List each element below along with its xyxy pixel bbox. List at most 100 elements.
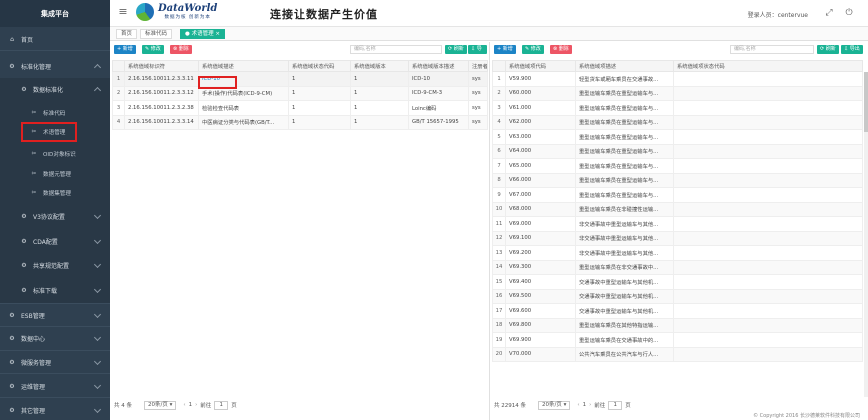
goto-label: 前往 [594, 403, 606, 409]
column-header[interactable]: 注册者 [468, 60, 488, 72]
export-button[interactable]: ⇩ 导出 [841, 45, 863, 54]
sidebar-item-share[interactable]: ⚙ 共享规范配置 [0, 258, 110, 272]
column-header[interactable]: 系统值域项描述 [575, 60, 674, 72]
export-button[interactable]: ⇩ 导出 [468, 45, 487, 61]
table-row[interactable]: 20 V70.000 公共汽车乘员在公共汽车与行人... [492, 346, 863, 362]
table-cell: V64.000 [505, 143, 576, 159]
table-row[interactable]: 15 V69.400 交通事故中重型运输车与其他机... [492, 274, 863, 290]
row-number: 10 [492, 201, 506, 217]
sidebar-item-oid[interactable]: ✂ OID对象标识 [0, 147, 110, 161]
sidebar-item-dataset[interactable]: ✂ 数据集管理 [0, 186, 110, 200]
add-button[interactable]: + 新增 [494, 45, 516, 54]
menu-toggle-icon[interactable]: ≡ [118, 6, 128, 17]
sidebar-item-ops[interactable]: ⚙ 运维管理 [0, 379, 110, 393]
table-cell: 2.16.156.10011.2.3.3.12 [124, 85, 199, 101]
page-size-select[interactable]: 20条/页 ▾ [538, 400, 571, 410]
table-row[interactable]: 3 2.16.156.10011.2.3.2.38 检验检查代码表 1 1 Loinc编码… [112, 100, 488, 116]
sidebar-item-data-std[interactable]: ⚙ 数据标准化 [0, 82, 110, 96]
table-row[interactable]: 10 V68.000 重型运输车乘员在非碰撞性运输... [492, 201, 863, 217]
table-row[interactable]: 7 V65.000 重型运输车乘员在重型运输车与... [492, 158, 863, 174]
tab-term-mgmt[interactable]: ● 术语管理 × [180, 29, 225, 39]
add-button[interactable]: + 新增 [114, 45, 136, 54]
gear-icon: ⚙ [9, 358, 15, 366]
prev-page-icon[interactable]: ‹ [183, 402, 185, 408]
tab-std-code[interactable]: 标准代码 [140, 29, 173, 39]
user-info: 登录人员：centervue [747, 12, 808, 19]
sidebar-item-std-code[interactable]: ✂ 标准代码 [0, 106, 110, 120]
sidebar-item-esb[interactable]: ⚙ ESB管理 [0, 308, 110, 322]
table-cell: V70.000 [505, 346, 576, 362]
goto-label: 前往 [200, 403, 212, 409]
tab-bar: 首页 标准代码 ● 术语管理 × [110, 27, 868, 41]
sidebar-item-data-center[interactable]: ⚙ 数据中心 [0, 331, 110, 345]
next-page-icon[interactable]: › [195, 402, 197, 408]
table-row[interactable]: 16 V69.500 交通事故中重型运输车与其他机... [492, 288, 863, 304]
scrollbar-thumb[interactable] [864, 72, 868, 132]
column-header[interactable]: 系统值域描述 [198, 60, 289, 72]
table-row[interactable]: 4 V62.000 重型运输车乘员在重型运输车与... [492, 114, 863, 130]
delete-button[interactable]: ⊗ 删除 [550, 45, 572, 54]
table-row[interactable]: 2 V60.000 重型运输车乘员在重型运输车与... [492, 85, 863, 101]
sidebar-item-other[interactable]: ⚙ 其它管理 [0, 403, 110, 417]
table-row[interactable]: 6 V64.000 重型运输车乘员在重型运输车与... [492, 143, 863, 159]
delete-button[interactable]: ⊗ 删除 [170, 45, 192, 54]
vertical-scrollbar[interactable] [864, 72, 868, 397]
edit-button[interactable]: ✎ 修改 [142, 45, 164, 54]
sidebar-item-cda[interactable]: ⚙ CDA配置 [0, 234, 110, 248]
table-cell: 1 [350, 85, 409, 101]
edit-button[interactable]: ✎ 修改 [522, 45, 544, 54]
table-cell: V66.000 [505, 172, 576, 188]
column-header[interactable]: 系统值域版本描述 [408, 60, 469, 72]
table-row[interactable]: 14 V69.300 重型运输车乘员在非交通事故中... [492, 259, 863, 275]
refresh-button[interactable]: ⟳ 刷新 [817, 45, 839, 54]
goto-page-input[interactable]: 1 [214, 400, 229, 410]
table-row[interactable]: 17 V69.600 交通事故中重型运输车与其他机... [492, 303, 863, 319]
row-number: 16 [492, 288, 506, 304]
table-row[interactable]: 4 2.16.156.10011.2.3.3.14 中医病证分类与代码表(GB/T.… [112, 114, 488, 130]
table-row[interactable]: 1 V59.900 轻型货车或厢车乘员在交通事故... [492, 71, 863, 87]
sidebar-item-v3[interactable]: ⚙ V3协议配置 [0, 209, 110, 223]
column-header[interactable]: 系统值域状态代码 [288, 60, 351, 72]
sidebar-item-micro[interactable]: ⚙ 微服务管理 [0, 355, 110, 369]
column-header[interactable]: 系统值域版本 [350, 60, 409, 72]
gear-icon: ⚙ [21, 261, 27, 269]
column-header[interactable] [492, 60, 506, 72]
table-cell: 1 [288, 85, 351, 101]
tab-home[interactable]: 首页 [116, 29, 138, 39]
table-row[interactable]: 8 V66.000 重型运输车乘员在重型运输车与... [492, 172, 863, 188]
table-row[interactable]: 2 2.16.156.10011.2.3.3.12 手术(操作)代码表(ICD-9-… [112, 85, 488, 101]
search-input[interactable]: 编码,名称 [730, 45, 814, 54]
sidebar-item-download[interactable]: ⚙ 标准下载 [0, 283, 110, 297]
table-row[interactable]: 11 V69.000 非交通事故中重型运输车与其他... [492, 216, 863, 232]
total-count: 共 22914 条 [494, 403, 526, 409]
table-cell [673, 303, 863, 319]
table-row[interactable]: 12 V69.100 非交通事故中重型运输车与其他... [492, 230, 863, 246]
table-row[interactable]: 9 V67.000 重型运输车乘员在重型运输车与... [492, 187, 863, 203]
page-size-select[interactable]: 20条/页 ▾ [144, 400, 177, 410]
column-header[interactable]: 系统值域标识符 [124, 60, 199, 72]
table-row[interactable]: 18 V69.800 重型运输车乘员在其他特指运输... [492, 317, 863, 333]
logout-icon[interactable]: ⏻ [844, 8, 854, 18]
table-cell [673, 201, 863, 217]
home-icon: ⌂ [10, 35, 14, 43]
left-pager: 共 4 条 20条/页 ▾ ‹ 1 › 前往 1 页 [114, 399, 237, 411]
row-number: 9 [492, 187, 506, 203]
next-page-icon[interactable]: › [589, 402, 591, 408]
goto-page-input[interactable]: 1 [608, 400, 623, 410]
search-input[interactable]: 编码,名称 [350, 45, 442, 54]
column-header[interactable]: 系统值域项代码 [505, 60, 576, 72]
table-row[interactable]: 3 V61.000 重型运输车乘员在重型运输车与... [492, 100, 863, 116]
table-row[interactable]: 13 V69.200 非交通事故中重型运输车与其他... [492, 245, 863, 261]
table-row[interactable]: 1 2.16.156.10011.2.3.3.11 ICD-10 1 1 ICD-10 sy… [112, 71, 488, 87]
row-number: 7 [492, 158, 506, 174]
fullscreen-icon[interactable]: ⤢ [824, 8, 834, 18]
sidebar-item-std[interactable]: ⚙ 标准化管理 [0, 58, 110, 74]
sidebar-item-home[interactable]: ⌂ 首页 [0, 31, 110, 47]
refresh-button[interactable]: ⟳ 刷新 [445, 45, 467, 54]
table-row[interactable]: 5 V63.000 重型运输车乘员在重型运输车与... [492, 129, 863, 145]
column-header[interactable]: 系统值域项状态代码 [673, 60, 863, 72]
sidebar-item-data-element[interactable]: ✂ 数据元管理 [0, 167, 110, 181]
column-header[interactable] [112, 60, 125, 72]
table-row[interactable]: 19 V69.900 重型运输车乘员在交通事故中的... [492, 332, 863, 348]
prev-page-icon[interactable]: ‹ [577, 402, 579, 408]
